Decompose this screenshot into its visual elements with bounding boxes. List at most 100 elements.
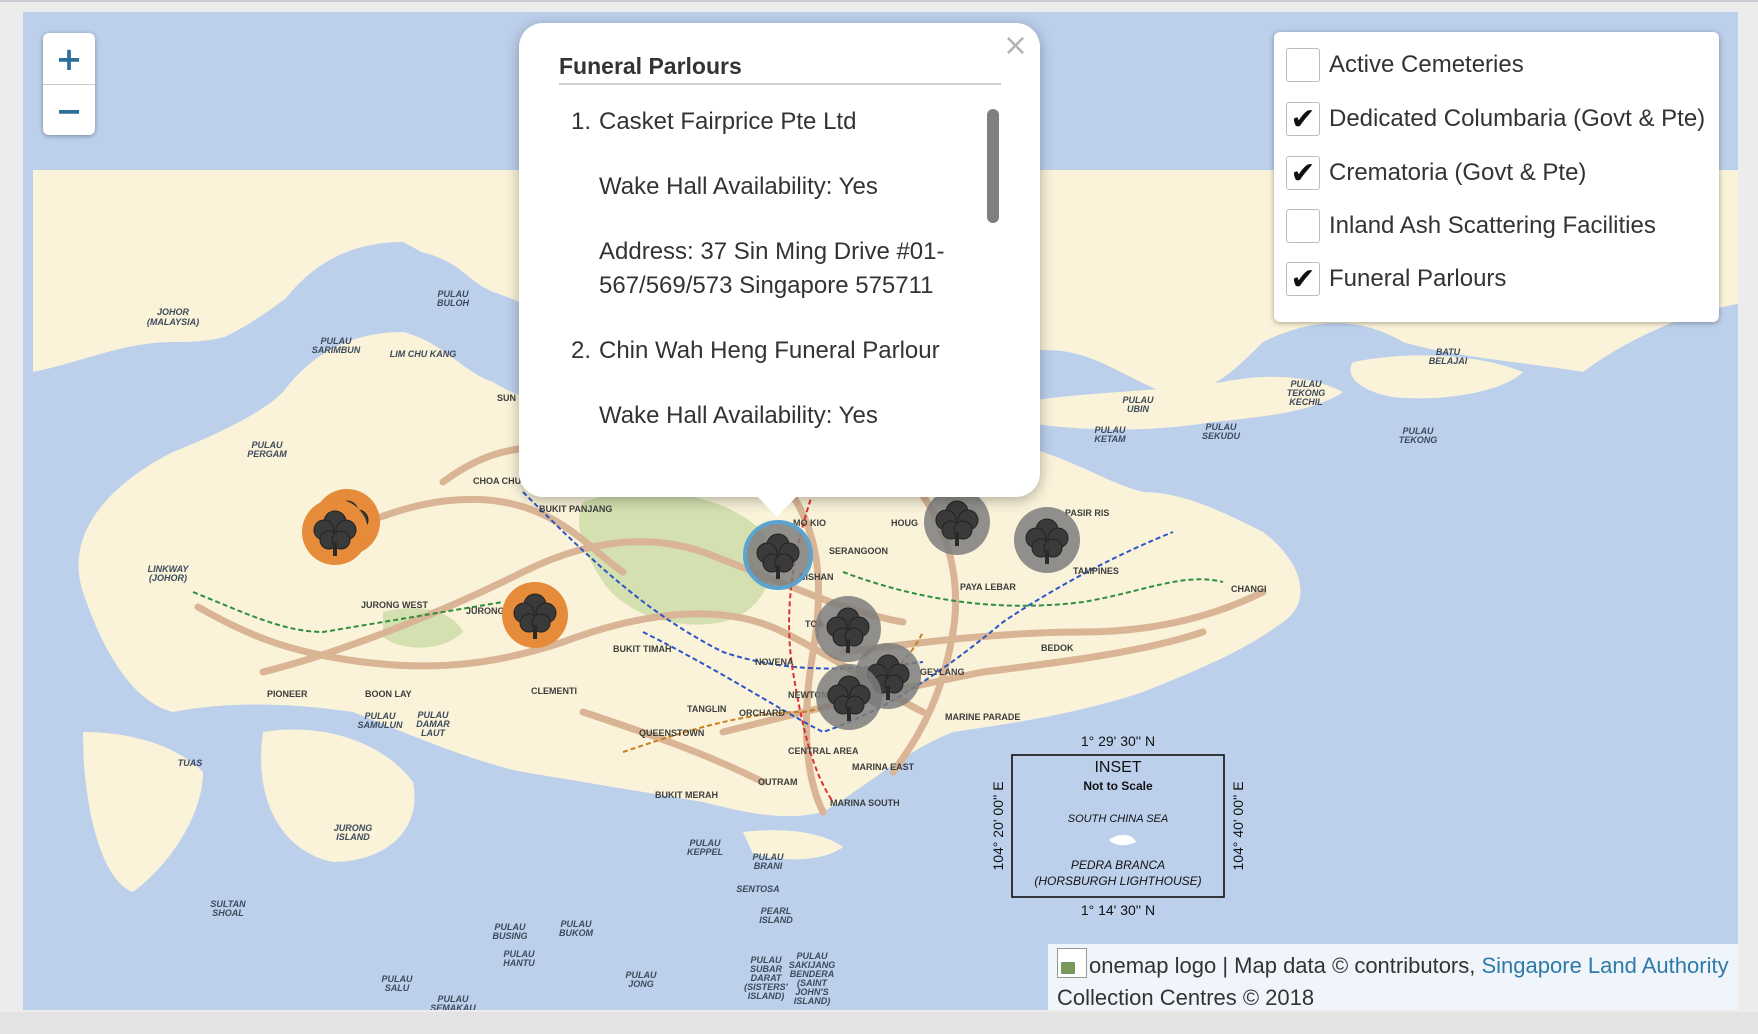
onemap-logo-icon: [1057, 948, 1087, 978]
label-sentosa: SENTOSA: [736, 884, 779, 894]
layer-control: Active Cemeteries ✔ Dedicated Columbaria…: [1274, 32, 1719, 322]
entry-wake-hall: Wake Hall Availability: Yes: [599, 402, 878, 429]
district-tampines: TAMPINES: [1073, 566, 1119, 576]
inset-place2: (HORSBURGH LIGHTHOUSE): [1034, 874, 1201, 888]
list-item: 2. Chin Wah Heng Funeral Parlour Wake Hal…: [559, 334, 979, 433]
marker-funeral-parlour[interactable]: [1014, 507, 1080, 573]
layer-checkbox[interactable]: ✔: [1286, 156, 1320, 191]
jurong-island: [261, 729, 415, 862]
district-geylang: GEYLANG: [920, 667, 965, 677]
zoom-out-button[interactable]: −: [43, 85, 95, 135]
layer-label: Crematoria (Govt & Pte): [1329, 159, 1587, 186]
zoom-in-button[interactable]: +: [43, 33, 95, 85]
district-bukit-merah: BUKIT MERAH: [655, 790, 718, 800]
label-busing-2: BUSING: [492, 931, 527, 941]
layer-active-cemeteries[interactable]: Active Cemeteries: [1286, 45, 1524, 85]
district-marina-south: MARINA SOUTH: [830, 798, 900, 808]
info-popup: × Funeral Parlours 1. Casket Fairprice Pt…: [519, 23, 1040, 517]
district-boon-lay: BOON LAY: [365, 689, 412, 699]
district-orchard: ORCHARD: [739, 708, 785, 718]
layer-crematoria[interactable]: ✔ Crematoria (Govt & Pte): [1286, 153, 1586, 193]
attribution-line2: Collection Centres © 2018: [1057, 985, 1315, 1010]
label-jong-2: JONG: [628, 979, 654, 989]
logo-alt-text: onemap logo: [1089, 953, 1217, 978]
popup-content[interactable]: 1. Casket Fairprice Pte Ltd Wake Hall Ava…: [559, 105, 979, 475]
district-jurong: JURONG: [466, 606, 505, 616]
district-bukit-panjang: BUKIT PANJANG: [539, 504, 612, 514]
district-central-area: CENTRAL AREA: [788, 746, 859, 756]
district-bukit-timah: BUKIT TIMAH: [613, 644, 672, 654]
label-brani-2: BRANI: [754, 861, 783, 871]
district-clementi: CLEMENTI: [531, 686, 577, 696]
district-outram: OUTRAM: [758, 777, 798, 787]
district-tanglin: TANGLIN: [687, 704, 726, 714]
label-samulun-2: SAMULUN: [358, 720, 403, 730]
label-ketam-2: KETAM: [1094, 434, 1126, 444]
label-johor: JOHOR: [157, 307, 190, 317]
inset-place1: PEDRA BRANCA: [1071, 858, 1165, 872]
marker-columbarium[interactable]: [502, 582, 568, 648]
label-linkway-2: (JOHOR): [149, 573, 187, 583]
label-tekong-kechil-3: KECHIL: [1289, 397, 1323, 407]
district-pasir-ris: PASIR RIS: [1065, 508, 1109, 518]
layer-checkbox[interactable]: [1286, 209, 1320, 243]
inset-top-coord: 1° 29' 30'' N: [1081, 733, 1155, 749]
marker-funeral-parlour[interactable]: [924, 489, 990, 555]
district-choa-chu: CHOA CHU: [473, 476, 521, 486]
district-changi: CHANGI: [1231, 584, 1267, 594]
layer-checkbox[interactable]: ✔: [1286, 262, 1320, 297]
label-damar-3: LAUT: [421, 728, 446, 738]
inset-box: INSET Not to Scale SOUTH CHINA SEA PEDRA…: [990, 733, 1246, 918]
label-ubin-2: UBIN: [1127, 404, 1149, 414]
label-hantu-2: HANTU: [503, 958, 535, 968]
layer-funeral-parlours[interactable]: ✔ Funeral Parlours: [1286, 259, 1506, 299]
popup-scrollbar[interactable]: [987, 109, 999, 223]
layer-checkbox[interactable]: [1286, 48, 1320, 82]
entry-name: Casket Fairprice Pte Ltd: [599, 108, 857, 135]
zoom-control: + −: [43, 33, 95, 135]
district-marina-east: MARINA EAST: [852, 762, 915, 772]
district-pioneer: PIONEER: [267, 689, 308, 699]
entry-name: Chin Wah Heng Funeral Parlour: [599, 337, 940, 364]
sla-link[interactable]: Singapore Land Authority: [1482, 953, 1729, 978]
popup-close-button[interactable]: ×: [1003, 31, 1028, 61]
label-sakijang-6: ISLAND): [794, 996, 831, 1006]
district-bedok: BEDOK: [1041, 643, 1074, 653]
label-batu-2: BELAJAI: [1429, 356, 1468, 366]
district-jurong-west: JURONG WEST: [361, 600, 429, 610]
layer-label: Inland Ash Scattering Facilities: [1329, 212, 1656, 239]
district-serangoon: SERANGOON: [829, 546, 888, 556]
label-jurong-island-2: ISLAND: [336, 832, 370, 842]
layer-checkbox[interactable]: ✔: [1286, 102, 1320, 137]
label-sekudu-2: SEKUDU: [1202, 431, 1241, 441]
popup-title: Funeral Parlours: [559, 53, 742, 79]
label-tuas: TUAS: [178, 758, 203, 768]
layer-label: Funeral Parlours: [1329, 265, 1507, 292]
layer-label: Dedicated Columbaria (Govt & Pte): [1329, 105, 1706, 132]
label-malaysia: (MALAYSIA): [147, 317, 199, 327]
marker-columbarium[interactable]: [302, 499, 368, 565]
entry-number: 2.: [570, 337, 591, 364]
top-border: [0, 0, 1758, 2]
marker-funeral-parlour-selected[interactable]: [743, 520, 813, 590]
layer-inland-ash-scattering[interactable]: Inland Ash Scattering Facilities: [1286, 206, 1656, 246]
inset-sea: SOUTH CHINA SEA: [1068, 813, 1168, 825]
layer-dedicated-columbaria[interactable]: ✔ Dedicated Columbaria (Govt & Pte): [1286, 99, 1705, 139]
list-item: 1. Casket Fairprice Pte Ltd Wake Hall Ava…: [559, 105, 979, 303]
label-pearl-2: ISLAND: [759, 915, 793, 925]
map-attribution: onemap logo | Map data © contributors, S…: [1048, 944, 1738, 1010]
inset-left-coord: 104° 20' 00'' E: [990, 781, 1006, 870]
entry-address: Address: 37 Sin Ming Drive #01-567/569/5…: [599, 238, 945, 299]
label-pulau-sarimbun-2: SARIMBUN: [312, 345, 361, 355]
inset-title: INSET: [1094, 759, 1141, 776]
label-bukom-2: BUKOM: [559, 928, 593, 938]
attribution-text: | Map data © contributors,: [1216, 953, 1482, 978]
inset-bottom-coord: 1° 14' 30'' N: [1081, 902, 1155, 918]
marker-funeral-parlour[interactable]: [816, 664, 882, 730]
popup-divider: [559, 83, 1001, 85]
layer-label: Active Cemeteries: [1329, 51, 1524, 78]
district-sun: SUN: [497, 393, 516, 403]
district-queenstown: QUEENSTOWN: [639, 728, 704, 738]
inset-subtitle: Not to Scale: [1083, 779, 1153, 793]
district-marine-parade: MARINE PARADE: [945, 712, 1020, 722]
